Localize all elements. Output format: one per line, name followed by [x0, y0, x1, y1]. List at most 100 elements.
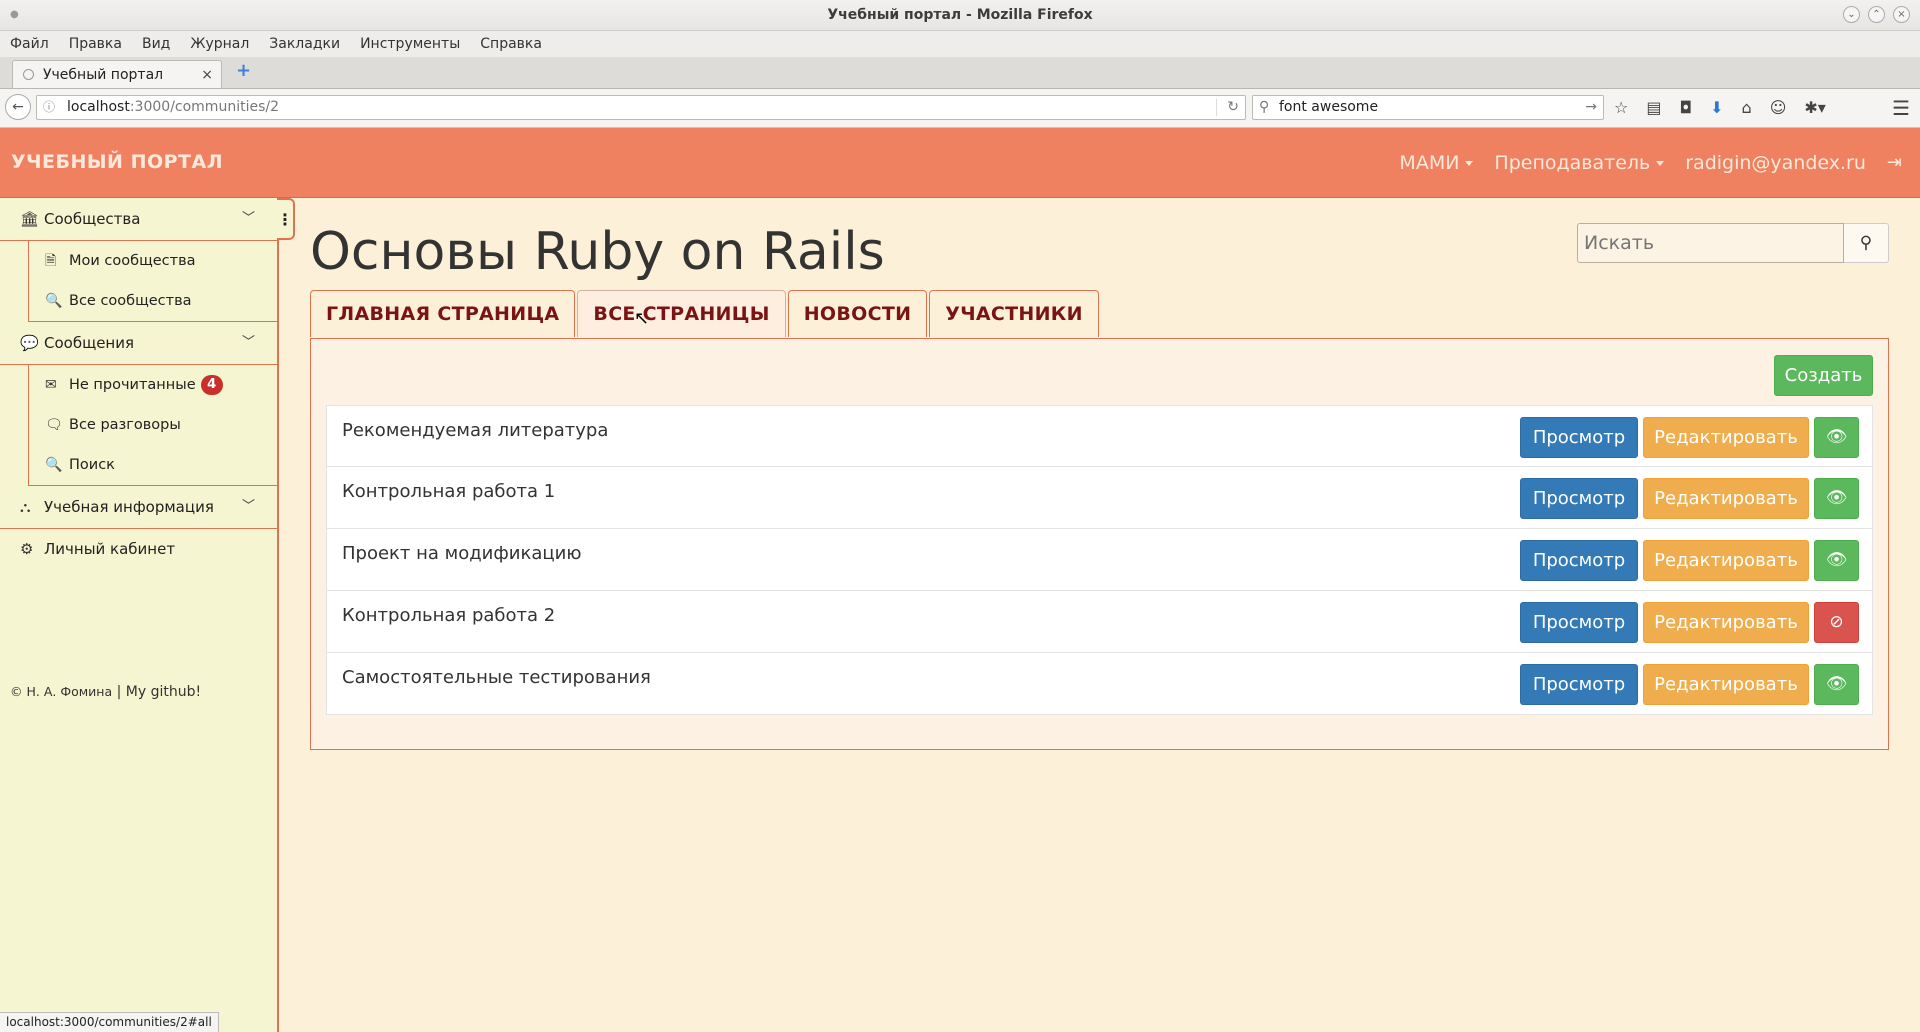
reload-icon[interactable]: ↻: [1227, 96, 1239, 119]
browser-search-bar[interactable]: ⚲ font awesome →: [1252, 95, 1604, 120]
comment-icon: 💬: [20, 334, 39, 352]
sidebar-item-all-communities[interactable]: 🔍 Все сообщества: [29, 281, 277, 321]
unread-count-badge: 4: [200, 375, 223, 395]
menu-help[interactable]: Справка: [480, 36, 542, 52]
sidebar-study-info-label: Учебная информация: [44, 498, 214, 516]
new-tab-icon[interactable]: +: [236, 60, 251, 81]
status-bar: localhost:3000/communities/2#all: [0, 1012, 219, 1032]
page-row: Самостоятельные тестирования Просмотр Реда…: [326, 653, 1873, 715]
maximize-icon[interactable]: ⌃: [1868, 6, 1885, 23]
reading-list-icon[interactable]: ▤: [1646, 98, 1661, 117]
visibility-hidden-button[interactable]: ⊘: [1814, 602, 1859, 643]
sidebar-item-label: Не прочитанные: [69, 377, 196, 393]
sidebar-messages-header[interactable]: 💬 Сообщения ﹀: [0, 322, 277, 365]
page-row-actions: Просмотр Редактировать 👁: [1520, 478, 1859, 519]
download-arrow-icon[interactable]: ⬇: [1710, 98, 1723, 117]
sidebar-item-search[interactable]: 🔍 Поиск: [29, 445, 277, 485]
search-go-arrow-icon[interactable]: →: [1585, 96, 1597, 119]
org-dropdown-label: МАМИ: [1399, 151, 1460, 174]
sidebar-item-all-conversations[interactable]: 🗨 Все разговоры: [29, 405, 277, 445]
view-button[interactable]: Просмотр: [1520, 540, 1638, 581]
view-button[interactable]: Просмотр: [1520, 478, 1638, 519]
tab-members[interactable]: УЧАСТНИКИ: [929, 290, 1099, 337]
window-menu-dot-icon[interactable]: ●: [10, 0, 19, 30]
sidebar-item-account[interactable]: ⚙ Личный кабинет: [0, 529, 277, 569]
visibility-toggle-button[interactable]: 👁: [1814, 540, 1859, 581]
sidebar-communities-list: 🗎 Мои сообщества 🔍 Все сообщества: [28, 241, 277, 322]
app-navbar: УЧЕБНЫЙ ПОРТАЛ МАМИ Преподаватель radigi…: [0, 128, 1920, 198]
hamburger-menu-icon[interactable]: ☰: [1892, 96, 1910, 120]
edit-button[interactable]: Редактировать: [1643, 417, 1809, 458]
search-icon: ⚲: [1859, 233, 1873, 253]
search-magnifier-icon: ⚲: [1259, 99, 1270, 115]
view-button[interactable]: Просмотр: [1520, 602, 1638, 643]
site-info-icon[interactable]: ⓘ: [43, 96, 55, 119]
browser-tab[interactable]: Учебный портал ×: [12, 60, 222, 88]
pocket-icon[interactable]: ◘: [1679, 98, 1692, 117]
page-row: Контрольная работа 2 Просмотр Редактироват…: [326, 591, 1873, 653]
url-host: localhost: [67, 99, 130, 115]
mouse-cursor-icon: ↖: [634, 308, 650, 329]
tab-close-icon[interactable]: ×: [201, 61, 213, 89]
sidebar-item-my-communities[interactable]: 🗎 Мои сообщества: [29, 241, 277, 281]
page-row-title: Проект на модификацию: [342, 543, 582, 564]
tab-all-pages[interactable]: ВСЕ СТРАНИЦЫ: [577, 290, 786, 337]
brand-link[interactable]: УЧЕБНЫЙ ПОРТАЛ: [11, 128, 223, 197]
url-path: :3000/communities/2: [129, 99, 279, 115]
edit-button[interactable]: Редактировать: [1643, 602, 1809, 643]
sidebar-messages-label: Сообщения: [44, 334, 135, 352]
chat-icon[interactable]: ☺: [1770, 98, 1787, 117]
sidebar-study-info-header[interactable]: ⛬ Учебная информация ﹀: [0, 486, 277, 529]
gears-icon: ⚙: [20, 540, 34, 558]
url-bar[interactable]: ⓘ localhost:3000/communities/2 ↻: [36, 95, 1246, 120]
org-dropdown[interactable]: МАМИ: [1399, 151, 1474, 174]
page-title: Основы Ruby on Rails: [310, 222, 885, 282]
sidebar-item-unread[interactable]: ✉ Не прочитанные 4: [29, 365, 277, 405]
page-row-actions: Просмотр Редактировать ⊘: [1520, 602, 1859, 643]
browser-tab-title: Учебный портал: [43, 67, 164, 83]
minimize-icon[interactable]: ⌄: [1843, 6, 1860, 23]
visibility-toggle-button[interactable]: 👁: [1814, 417, 1859, 458]
extension-icon[interactable]: ✱▾: [1804, 98, 1825, 117]
eye-slash-icon: ⊘: [1829, 612, 1844, 632]
copyright-text: © Н. А. Фомина: [10, 684, 113, 699]
tab-main-page[interactable]: ГЛАВНАЯ СТРАНИЦА: [310, 290, 576, 337]
role-dropdown[interactable]: Преподаватель: [1494, 152, 1665, 174]
menu-edit[interactable]: Правка: [69, 36, 122, 52]
web-page: УЧЕБНЫЙ ПОРТАЛ МАМИ Преподаватель radigi…: [0, 128, 1920, 1032]
bookmark-star-icon[interactable]: ☆: [1614, 98, 1628, 117]
search-input[interactable]: [1577, 223, 1844, 263]
edit-button[interactable]: Редактировать: [1643, 478, 1809, 519]
visibility-toggle-button[interactable]: 👁: [1814, 664, 1859, 705]
menu-history[interactable]: Журнал: [190, 36, 249, 52]
sidebar-toggle-handle[interactable]: ⋮: [277, 198, 295, 240]
home-icon[interactable]: ⌂: [1742, 98, 1752, 117]
visibility-toggle-button[interactable]: 👁: [1814, 478, 1859, 519]
sign-out-icon[interactable]: ⇥: [1887, 152, 1902, 173]
close-window-icon[interactable]: ×: [1893, 6, 1910, 23]
menu-file[interactable]: Файл: [10, 36, 49, 52]
view-button[interactable]: Просмотр: [1520, 664, 1638, 705]
github-link[interactable]: My github!: [126, 684, 201, 700]
edit-button[interactable]: Редактировать: [1643, 540, 1809, 581]
comments-icon: 🗨: [45, 417, 63, 433]
create-button[interactable]: Создать: [1774, 355, 1873, 396]
search-button[interactable]: ⚲: [1844, 223, 1889, 263]
sidebar-communities-header[interactable]: 🏛 Сообщества ﹀: [0, 198, 277, 241]
user-email-link[interactable]: radigin@yandex.ru: [1685, 152, 1866, 174]
url-text: localhost:3000/communities/2: [67, 96, 279, 119]
menu-bookmarks[interactable]: Закладки: [269, 36, 340, 52]
menu-tools[interactable]: Инструменты: [360, 36, 460, 52]
window-title: Учебный портал - Mozilla Firefox: [827, 7, 1093, 23]
eye-icon: 👁: [1825, 674, 1848, 694]
edit-button[interactable]: Редактировать: [1643, 664, 1809, 705]
page-row-title: Контрольная работа 1: [342, 481, 556, 502]
view-button[interactable]: Просмотр: [1520, 417, 1638, 458]
back-arrow-icon[interactable]: ←: [5, 94, 31, 120]
menu-view[interactable]: Вид: [142, 36, 170, 52]
tab-news[interactable]: НОВОСТИ: [787, 290, 928, 337]
eye-icon: 👁: [1825, 488, 1848, 508]
chevron-down-icon: ﹀: [241, 499, 255, 514]
toolbar-icons: ☆ ▤ ◘ ⬇ ⌂ ☺ ✱▾: [1614, 98, 1826, 117]
sidebar-communities-label: Сообщества: [44, 210, 141, 228]
